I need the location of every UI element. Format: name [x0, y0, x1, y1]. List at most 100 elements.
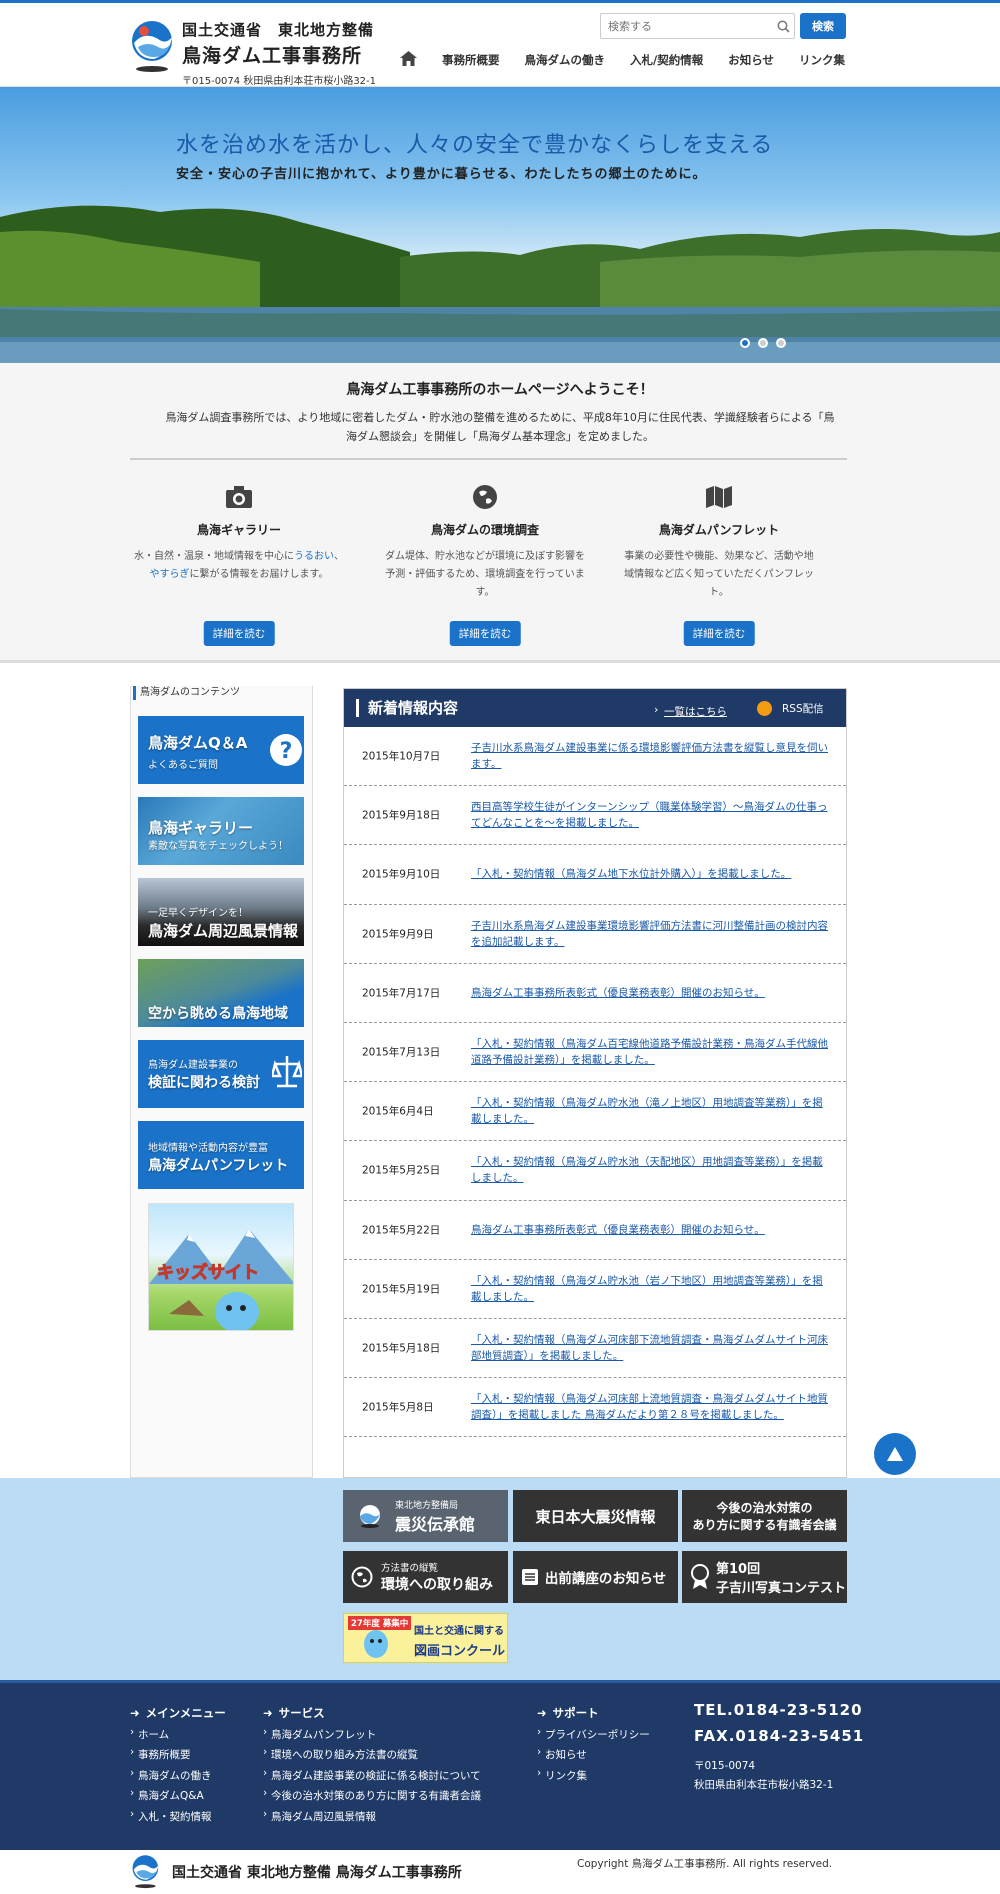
nav-bidding[interactable]: 入札/契約情報: [630, 52, 703, 68]
news-link[interactable]: 「入札・契約情報（鳥海ダム貯水池（滝ノ上地区）用地調査等業務）」を掲載しました。: [471, 1095, 828, 1127]
banner-photo-contest[interactable]: 第10回 子吉川写真コンテスト: [682, 1551, 847, 1603]
scales-icon: [272, 1056, 302, 1088]
footer-link[interactable]: 鳥海ダム建設事業の検証に係る検討について: [263, 1767, 481, 1783]
sidebar-banner-qa[interactable]: 鳥海ダムQ＆A よくあるご質問 ?: [138, 716, 304, 784]
search-icon[interactable]: [772, 20, 794, 33]
footer-link[interactable]: 鳥海ダムパンフレット: [263, 1726, 481, 1742]
bottom-logo[interactable]: 国土交通省 東北地方整備 鳥海ダム工事事務所: [130, 1854, 462, 1890]
banner-environment[interactable]: 方法書の縦覧 環境への取り組み: [343, 1551, 508, 1603]
footer-link[interactable]: ホーム: [130, 1726, 226, 1742]
rss-icon: [757, 701, 772, 716]
banner-lecture[interactable]: 出前講座のお知らせ: [513, 1551, 678, 1603]
news-link[interactable]: 「入札・契約情報（鳥海ダム河床部下流地質調査・鳥海ダムダムサイト河床部地質調査）…: [471, 1332, 828, 1364]
footer-link[interactable]: 今後の治水対策のあり方に関する有識者会議: [263, 1787, 481, 1803]
news-date: 2015年5月19日: [362, 1283, 441, 1296]
news-link[interactable]: 子吉川水系鳥海ダム建設事業に係る環境影響評価方法書を縦覧し意見を伺います。: [471, 740, 828, 772]
nav-dam-function[interactable]: 鳥海ダムの働き: [525, 52, 606, 68]
footer-fax: FAX.0184-23-5451: [694, 1727, 865, 1745]
map-icon: [614, 481, 824, 513]
news-link[interactable]: 鳥海ダム工事事務所表彰式（優良業務表彰）開催のお知らせ。: [471, 1222, 828, 1238]
slider-dot-1[interactable]: [740, 338, 750, 348]
hero-title: 水を治め水を活かし、人々の安全で豊かなくらしを支える: [176, 133, 774, 158]
read-more-button[interactable]: 詳細を読む: [449, 621, 521, 646]
footer-link[interactable]: 環境への取り組み方法書の縦覧: [263, 1746, 481, 1762]
slider-dots: [740, 338, 794, 348]
news-item: 2015年6月4日 「入札・契約情報（鳥海ダム貯水池（滝ノ上地区）用地調査等業務）…: [344, 1082, 846, 1142]
feature-title: 鳥海ギャラリー: [196, 523, 281, 537]
footer-link[interactable]: 鳥海ダムの働き: [130, 1767, 226, 1783]
logo-mark-icon: [360, 1505, 380, 1528]
banner-earthquake-info[interactable]: 東日本大震災情報: [513, 1490, 678, 1542]
mascot-icon: [364, 1630, 388, 1658]
org-name-line1: 国土交通省 東北地方整備: [182, 21, 375, 39]
main-content: 鳥海ダムのコンテンツ 鳥海ダムQ＆A よくあるご質問 ? 鳥海ギャラリー 素敵な…: [0, 663, 1000, 1478]
news-date: 2015年5月25日: [362, 1164, 441, 1177]
document-icon: [522, 1569, 538, 1585]
news-link[interactable]: 鳥海ダム工事事務所表彰式（優良業務表彰）開催のお知らせ。: [471, 985, 828, 1001]
footer-link[interactable]: プライバシーポリシー: [537, 1726, 650, 1742]
read-more-button[interactable]: 詳細を読む: [203, 621, 275, 646]
site-footer: ➜メインメニュー ホーム事務所概要鳥海ダムの働き鳥海ダムQ&A入札・契約情報 ➜…: [0, 1680, 1000, 1850]
news-item: 2015年9月18日 西目高等学校生徒がインターンシップ（職業体験学習）～鳥海ダム…: [344, 786, 846, 846]
footer-zip: 〒015-0074: [694, 1760, 756, 1772]
footer-link[interactable]: 入札・契約情報: [130, 1808, 226, 1824]
news-date: 2015年9月18日: [362, 809, 441, 822]
sidebar-banner-gallery[interactable]: 鳥海ギャラリー 素敵な写真をチェックしよう！: [138, 797, 304, 865]
globe-icon: [351, 1566, 373, 1588]
site-logo[interactable]: 国土交通省 東北地方整備 鳥海ダム工事事務所 〒015-0074 秋田県由利本荘…: [130, 19, 376, 87]
hero-subtitle: 安全・安心の子吉川に抱かれて、より豊かに暮らせる、わたしたちの郷土のために。: [176, 167, 707, 182]
news-item: 2015年10月7日 子吉川水系鳥海ダム建設事業に係る環境影響評価方法書を縦覧し意…: [344, 727, 846, 787]
news-date: 2015年7月17日: [362, 987, 441, 1000]
footer-link[interactable]: 鳥海ダムQ&A: [130, 1787, 226, 1803]
nav-links[interactable]: リンク集: [799, 52, 845, 68]
news-item: 2015年9月9日 子吉川水系鳥海ダム建設事業環境影響評価方法書に河川整備計画の検…: [344, 905, 846, 964]
banner-flood-council[interactable]: 今後の治水対策の あり方に関する有識者会議: [682, 1490, 847, 1542]
footer-link[interactable]: リンク集: [537, 1767, 650, 1783]
banner-disaster-archive[interactable]: 東北地方整備局 震災伝承館: [343, 1490, 508, 1542]
globe-icon: [380, 481, 590, 513]
news-link[interactable]: 「入札・契約情報（鳥海ダム河床部上流地質調査・鳥海ダムダムサイト地質調査）」を掲…: [471, 1391, 828, 1423]
nav-news[interactable]: お知らせ: [728, 52, 774, 68]
news-title: 新着情報内容: [356, 699, 458, 717]
nav-office-overview[interactable]: 事務所概要: [442, 52, 500, 68]
footer-link[interactable]: 事務所概要: [130, 1746, 226, 1762]
news-date: 2015年5月18日: [362, 1342, 441, 1355]
sidebar-kids-site-banner[interactable]: キッズサイト: [148, 1203, 294, 1331]
news-link[interactable]: 「入札・契約情報（鳥海ダム百宅線他道路予備設計業務・鳥海ダム手代線他道路予備設計…: [471, 1036, 828, 1068]
news-link[interactable]: 「入札・契約情報（鳥海ダム地下水位計外購入）」を掲載しました。: [471, 866, 828, 882]
banner-drawing-contest[interactable]: 27年度 募集中 国土と交通に関する 図画コンクール: [343, 1613, 508, 1663]
sidebar-banner-scenery[interactable]: 一足早くデザインを！ 鳥海ダム周辺風景情報: [138, 878, 304, 946]
read-more-button[interactable]: 詳細を読む: [683, 621, 755, 646]
feature-title: 鳥海ダムパンフレット: [658, 523, 780, 537]
feature-gallery: 鳥海ギャラリー 水・自然・温泉・地域情報を中心にうるおい、 やすらぎに繋がる情報を…: [134, 481, 344, 646]
link-banners: 東北地方整備局 震災伝承館 東日本大震災情報 今後の治水対策の あり方に関する有識…: [0, 1478, 1000, 1680]
news-item: 2015年7月13日 「入札・契約情報（鳥海ダム百宅線他道路予備設計業務・鳥海ダム…: [344, 1023, 846, 1083]
back-to-top-button[interactable]: [874, 1433, 916, 1475]
news-link[interactable]: 「入札・契約情報（鳥海ダム貯水池（岩ノ下地区）用地調査等業務）」を掲載しました。: [471, 1273, 828, 1305]
main-nav: 事務所概要 鳥海ダムの働き 入札/契約情報 お知らせ リンク集: [400, 51, 845, 69]
footer-link[interactable]: 鳥海ダム周辺風景情報: [263, 1808, 481, 1824]
sidebar-banner-pamphlet[interactable]: 地域情報や活動内容が豊富 鳥海ダムパンフレット: [138, 1121, 304, 1189]
news-date: 2015年5月22日: [362, 1224, 441, 1237]
home-icon[interactable]: [400, 51, 420, 69]
news-item: 2015年9月10日 「入札・契約情報（鳥海ダム地下水位計外購入）」を掲載しました…: [344, 845, 846, 905]
news-link[interactable]: 西目高等学校生徒がインターンシップ（職業体験学習）～鳥海ダムの仕事ってどんなこと…: [471, 799, 828, 831]
feature-title: 鳥海ダムの環境調査: [430, 523, 539, 537]
news-link[interactable]: 子吉川水系鳥海ダム建設事業環境影響評価方法書に河川整備計画の検討内容を追加記載し…: [471, 918, 828, 950]
divider: [130, 458, 847, 460]
footer-link[interactable]: お知らせ: [537, 1746, 650, 1762]
search-button[interactable]: 検索: [800, 13, 846, 39]
search-input[interactable]: [601, 14, 772, 38]
chevron-right-icon: ›: [654, 703, 659, 716]
sidebar-banner-aerial[interactable]: 空から眺める鳥海地域: [138, 959, 304, 1027]
feature-desc: 事業の必要性や機能、効果など、活動や地域情報など広く知っていただくパンフレット。: [624, 551, 814, 598]
rss-link[interactable]: RSS配信: [757, 701, 824, 716]
news-date: 2015年9月10日: [362, 868, 441, 881]
news-item: 2015年5月8日 「入札・契約情報（鳥海ダム河床部上流地質調査・鳥海ダムダムサイ…: [344, 1378, 846, 1438]
sidebar-banner-verification[interactable]: 鳥海ダム建設事業の 検証に関わる検討: [138, 1040, 304, 1108]
news-link[interactable]: 「入札・契約情報（鳥海ダム貯水池（天配地区）用地調査等業務）」を掲載しました。: [471, 1154, 828, 1186]
site-header: 国土交通省 東北地方整備 鳥海ダム工事事務所 〒015-0074 秋田県由利本荘…: [0, 3, 1000, 87]
news-more-link[interactable]: 一覧はこちら: [664, 704, 727, 719]
slider-dot-3[interactable]: [776, 338, 786, 348]
slider-dot-2[interactable]: [758, 338, 768, 348]
